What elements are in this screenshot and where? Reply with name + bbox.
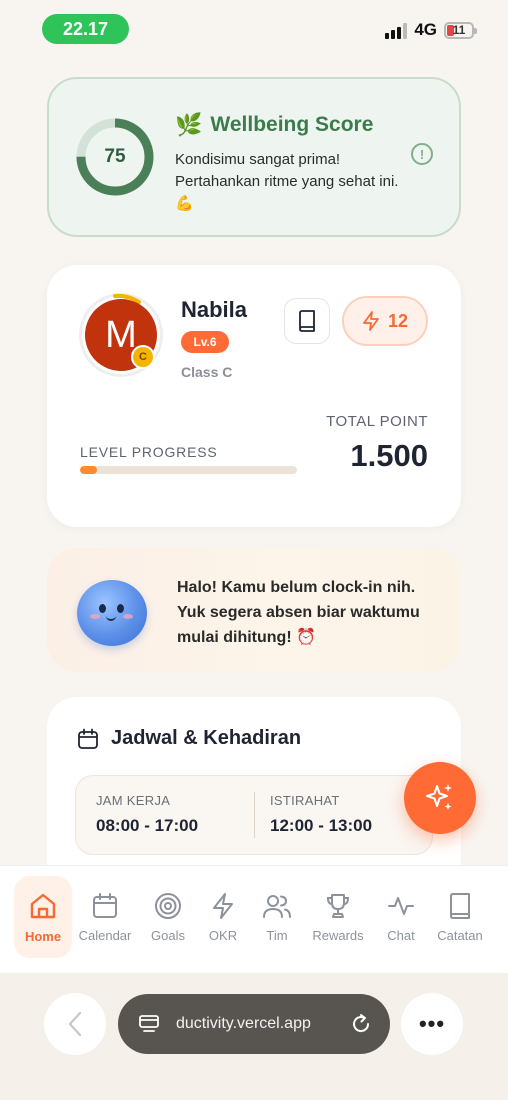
nav-calendar[interactable]: Calendar [76, 876, 134, 958]
lightning-icon [213, 892, 233, 919]
sparkles-icon [426, 784, 452, 810]
nav-rewards-label: Rewards [312, 927, 364, 943]
wellbeing-title-text: Wellbeing Score [210, 113, 374, 136]
streak-button[interactable]: 12 [342, 296, 428, 346]
user-class: Class C [181, 364, 233, 380]
nav-okr[interactable]: OKR [194, 876, 252, 958]
profile-card: M C Nabila Lv.6 Class C 12 TOTAL POINT 1… [47, 265, 461, 527]
target-icon [155, 892, 181, 919]
level-progress-fill [80, 466, 98, 474]
pulse-icon [388, 896, 414, 915]
info-icon[interactable]: ! [411, 143, 433, 165]
wellbeing-score-value: 75 [104, 146, 126, 167]
break-hours-label: ISTIRAHAT [270, 793, 340, 808]
battery-level: 11 [452, 23, 466, 37]
class-badge-icon: C [131, 345, 155, 369]
level-badge: Lv.6 [181, 331, 229, 353]
level-progress-bar [80, 466, 297, 474]
nav-goals-label: Goals [151, 927, 185, 943]
level-progress-label: LEVEL PROGRESS [80, 444, 218, 460]
break-hours-value: 12:00 - 13:00 [270, 816, 373, 835]
ai-assistant-button[interactable] [404, 762, 476, 834]
status-time: 22.17 [42, 14, 129, 44]
break-hours: ISTIRAHAT 12:00 - 13:00 [270, 793, 372, 836]
schedule-title: Jadwal & Kehadiran [111, 727, 302, 749]
leaf-icon: 🌿 [175, 112, 203, 137]
total-point-label: TOTAL POINT [326, 413, 428, 430]
back-button[interactable] [44, 993, 106, 1055]
schedule-header: Jadwal & Kehadiran [77, 727, 301, 750]
clock-in-banner[interactable]: Halo! Kamu belum clock-in nih. Yuk seger… [47, 548, 461, 672]
battery-icon: 11 [444, 21, 477, 39]
lightning-icon [363, 311, 379, 331]
mascot-icon [77, 580, 147, 646]
bottom-navigation: Home Calendar Goals OKR Tim Rewards Chat… [0, 865, 508, 973]
nav-okr-label: OKR [208, 927, 238, 943]
nav-tim-label: Tim [266, 927, 288, 943]
nav-home[interactable]: Home [14, 876, 72, 958]
nav-catatan[interactable]: Catatan [431, 876, 489, 958]
home-icon [30, 893, 56, 918]
wellbeing-description: Kondisimu sangat prima! Pertahankan ritm… [175, 151, 399, 212]
tabs-icon [139, 1015, 159, 1032]
browser-toolbar: ductivity.vercel.app ••• [0, 973, 508, 1100]
work-hours-box: JAM KERJA 08:00 - 17:00 ISTIRAHAT 12:00 … [75, 775, 433, 855]
nav-goals[interactable]: Goals [139, 876, 197, 958]
reload-icon[interactable] [350, 1013, 372, 1035]
work-hours-label: JAM KERJA [96, 793, 171, 808]
more-button[interactable]: ••• [401, 993, 463, 1055]
url-text: ductivity.vercel.app [176, 1015, 311, 1032]
total-point-value: 1.500 [350, 438, 428, 473]
nav-catatan-label: Catatan [437, 927, 483, 943]
trophy-icon [326, 893, 350, 918]
divider [254, 792, 255, 838]
calendar-icon [78, 728, 98, 749]
signal-icon [385, 21, 408, 39]
clock-in-message: Halo! Kamu belum clock-in nih. Yuk seger… [177, 579, 420, 646]
nav-tim[interactable]: Tim [248, 876, 306, 958]
users-icon [263, 894, 291, 918]
journal-button[interactable] [284, 298, 330, 344]
work-hours-value: 08:00 - 17:00 [96, 816, 199, 835]
status-icons: 4G 11 [385, 20, 477, 40]
nav-chat[interactable]: Chat [372, 876, 430, 958]
nav-rewards[interactable]: Rewards [309, 876, 367, 958]
calendar-icon [93, 892, 117, 918]
user-name: Nabila [181, 297, 248, 322]
streak-count: 12 [387, 310, 409, 331]
book-icon [450, 892, 470, 919]
chevron-left-icon [68, 1011, 82, 1037]
work-hours: JAM KERJA 08:00 - 17:00 [96, 793, 198, 836]
nav-calendar-label: Calendar [78, 927, 132, 943]
book-icon [299, 310, 315, 332]
avatar[interactable]: M C [79, 293, 163, 377]
wellbeing-title: 🌿 Wellbeing Score [175, 112, 373, 138]
nav-chat-label: Chat [387, 927, 415, 943]
nav-home-label: Home [24, 928, 62, 944]
status-bar: 22.17 4G 11 [0, 0, 508, 60]
address-bar[interactable]: ductivity.vercel.app [118, 994, 390, 1054]
wellbeing-card[interactable]: 75 🌿 Wellbeing Score Kondisimu sangat pr… [47, 77, 461, 237]
network-type: 4G [414, 20, 437, 39]
